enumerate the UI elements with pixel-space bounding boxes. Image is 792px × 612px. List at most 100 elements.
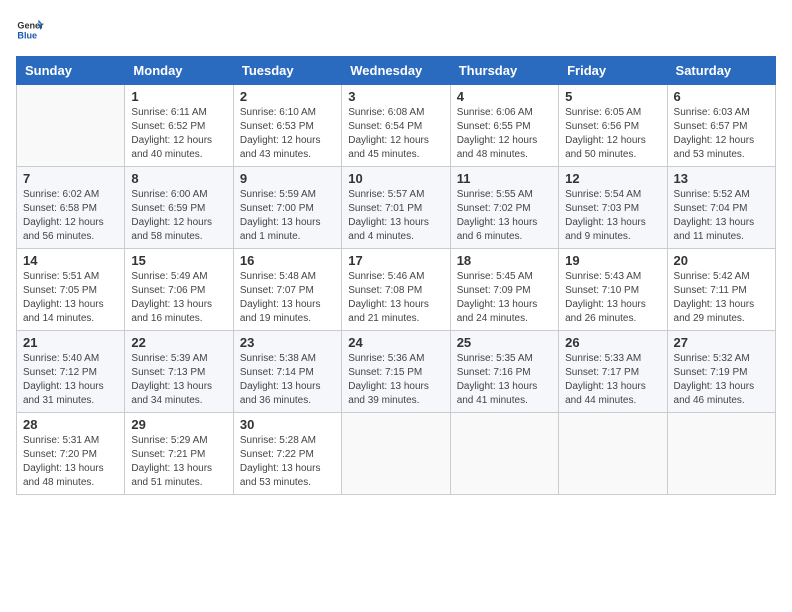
column-headers: SundayMondayTuesdayWednesdayThursdayFrid… <box>17 57 776 85</box>
day-number: 2 <box>240 89 335 104</box>
day-number: 7 <box>23 171 118 186</box>
calendar-body: 1 Sunrise: 6:11 AM Sunset: 6:52 PM Daylig… <box>17 85 776 495</box>
calendar-cell: 6 Sunrise: 6:03 AM Sunset: 6:57 PM Daylig… <box>667 85 775 167</box>
calendar-cell: 18Sunrise: 5:45 AM Sunset: 7:09 PM Dayli… <box>450 249 558 331</box>
day-info: Sunrise: 5:35 AM Sunset: 7:16 PM Dayligh… <box>457 352 552 408</box>
calendar-cell: 2 Sunrise: 6:10 AM Sunset: 6:53 PM Daylig… <box>233 85 341 167</box>
calendar-cell <box>450 413 558 495</box>
calendar-cell: 21 Sunrise: 5:40 AM Sunset: 7:12 PM Dayli… <box>17 331 125 413</box>
day-number: 17 <box>348 253 443 268</box>
day-info: Sunrise: 5:32 AM Sunset: 7:19 PM Dayligh… <box>674 352 769 408</box>
calendar-cell: 5 Sunrise: 6:05 AM Sunset: 6:56 PM Daylig… <box>559 85 667 167</box>
day-info: Sunrise: 6:08 AM Sunset: 6:54 PM Dayligh… <box>348 106 443 162</box>
day-number: 15 <box>131 253 226 268</box>
day-number: 14 <box>23 253 118 268</box>
day-info: Sunrise: 5:48 AM Sunset: 7:07 PM Dayligh… <box>240 270 335 326</box>
day-number: 1 <box>131 89 226 104</box>
day-number: 23 <box>240 335 335 350</box>
day-number: 10 <box>348 171 443 186</box>
calendar-cell: 12 Sunrise: 5:54 AM Sunset: 7:03 PM Dayli… <box>559 167 667 249</box>
calendar-cell: 3 Sunrise: 6:08 AM Sunset: 6:54 PM Daylig… <box>342 85 450 167</box>
logo-icon: General Blue <box>16 16 44 44</box>
column-header-wednesday: Wednesday <box>342 57 450 85</box>
column-header-saturday: Saturday <box>667 57 775 85</box>
logo: General Blue <box>16 16 48 44</box>
calendar-cell: 17 Sunrise: 5:46 AM Sunset: 7:08 PM Dayli… <box>342 249 450 331</box>
calendar-cell: 23 Sunrise: 5:38 AM Sunset: 7:14 PM Dayli… <box>233 331 341 413</box>
day-number: 24 <box>348 335 443 350</box>
column-header-monday: Monday <box>125 57 233 85</box>
calendar-cell: 26Sunrise: 5:33 AM Sunset: 7:17 PM Dayli… <box>559 331 667 413</box>
calendar-cell: 11 Sunrise: 5:55 AM Sunset: 7:02 PM Dayli… <box>450 167 558 249</box>
calendar-cell: 10 Sunrise: 5:57 AM Sunset: 7:01 PM Dayli… <box>342 167 450 249</box>
day-info: Sunrise: 5:31 AM Sunset: 7:20 PM Dayligh… <box>23 434 118 490</box>
day-info: Sunrise: 5:40 AM Sunset: 7:12 PM Dayligh… <box>23 352 118 408</box>
calendar-cell: 27 Sunrise: 5:32 AM Sunset: 7:19 PM Dayli… <box>667 331 775 413</box>
day-info: Sunrise: 5:38 AM Sunset: 7:14 PM Dayligh… <box>240 352 335 408</box>
calendar-cell: 29 Sunrise: 5:29 AM Sunset: 7:21 PM Dayli… <box>125 413 233 495</box>
day-info: Sunrise: 6:10 AM Sunset: 6:53 PM Dayligh… <box>240 106 335 162</box>
day-info: Sunrise: 5:55 AM Sunset: 7:02 PM Dayligh… <box>457 188 552 244</box>
calendar-cell <box>667 413 775 495</box>
day-info: Sunrise: 6:11 AM Sunset: 6:52 PM Dayligh… <box>131 106 226 162</box>
day-number: 20 <box>674 253 769 268</box>
day-info: Sunrise: 6:02 AM Sunset: 6:58 PM Dayligh… <box>23 188 118 244</box>
day-number: 5 <box>565 89 660 104</box>
day-info: Sunrise: 5:57 AM Sunset: 7:01 PM Dayligh… <box>348 188 443 244</box>
calendar-cell: 4 Sunrise: 6:06 AM Sunset: 6:55 PM Daylig… <box>450 85 558 167</box>
column-header-sunday: Sunday <box>17 57 125 85</box>
day-number: 9 <box>240 171 335 186</box>
day-info: Sunrise: 5:36 AM Sunset: 7:15 PM Dayligh… <box>348 352 443 408</box>
page-header: General Blue <box>16 16 776 44</box>
day-info: Sunrise: 6:00 AM Sunset: 6:59 PM Dayligh… <box>131 188 226 244</box>
day-number: 16 <box>240 253 335 268</box>
day-info: Sunrise: 5:49 AM Sunset: 7:06 PM Dayligh… <box>131 270 226 326</box>
day-info: Sunrise: 6:03 AM Sunset: 6:57 PM Dayligh… <box>674 106 769 162</box>
calendar-cell: 9Sunrise: 5:59 AM Sunset: 7:00 PM Daylig… <box>233 167 341 249</box>
svg-text:Blue: Blue <box>17 30 37 40</box>
day-info: Sunrise: 5:46 AM Sunset: 7:08 PM Dayligh… <box>348 270 443 326</box>
week-row-3: 14 Sunrise: 5:51 AM Sunset: 7:05 PM Dayli… <box>17 249 776 331</box>
calendar-cell: 16 Sunrise: 5:48 AM Sunset: 7:07 PM Dayli… <box>233 249 341 331</box>
column-header-tuesday: Tuesday <box>233 57 341 85</box>
calendar-cell: 24 Sunrise: 5:36 AM Sunset: 7:15 PM Dayli… <box>342 331 450 413</box>
day-number: 18 <box>457 253 552 268</box>
day-number: 13 <box>674 171 769 186</box>
day-number: 29 <box>131 417 226 432</box>
calendar-cell: 30Sunrise: 5:28 AM Sunset: 7:22 PM Dayli… <box>233 413 341 495</box>
week-row-4: 21 Sunrise: 5:40 AM Sunset: 7:12 PM Dayli… <box>17 331 776 413</box>
day-number: 6 <box>674 89 769 104</box>
calendar-cell: 19Sunrise: 5:43 AM Sunset: 7:10 PM Dayli… <box>559 249 667 331</box>
day-info: Sunrise: 6:05 AM Sunset: 6:56 PM Dayligh… <box>565 106 660 162</box>
calendar-table: SundayMondayTuesdayWednesdayThursdayFrid… <box>16 56 776 495</box>
calendar-cell <box>559 413 667 495</box>
calendar-cell: 8 Sunrise: 6:00 AM Sunset: 6:59 PM Daylig… <box>125 167 233 249</box>
column-header-thursday: Thursday <box>450 57 558 85</box>
day-info: Sunrise: 5:52 AM Sunset: 7:04 PM Dayligh… <box>674 188 769 244</box>
day-info: Sunrise: 5:29 AM Sunset: 7:21 PM Dayligh… <box>131 434 226 490</box>
day-number: 27 <box>674 335 769 350</box>
day-info: Sunrise: 5:43 AM Sunset: 7:10 PM Dayligh… <box>565 270 660 326</box>
calendar-cell: 13 Sunrise: 5:52 AM Sunset: 7:04 PM Dayli… <box>667 167 775 249</box>
day-info: Sunrise: 5:51 AM Sunset: 7:05 PM Dayligh… <box>23 270 118 326</box>
calendar-cell: 14 Sunrise: 5:51 AM Sunset: 7:05 PM Dayli… <box>17 249 125 331</box>
day-number: 11 <box>457 171 552 186</box>
column-header-friday: Friday <box>559 57 667 85</box>
day-number: 22 <box>131 335 226 350</box>
calendar-cell: 22Sunrise: 5:39 AM Sunset: 7:13 PM Dayli… <box>125 331 233 413</box>
day-number: 21 <box>23 335 118 350</box>
day-number: 8 <box>131 171 226 186</box>
calendar-cell: 20 Sunrise: 5:42 AM Sunset: 7:11 PM Dayli… <box>667 249 775 331</box>
day-info: Sunrise: 5:33 AM Sunset: 7:17 PM Dayligh… <box>565 352 660 408</box>
day-info: Sunrise: 6:06 AM Sunset: 6:55 PM Dayligh… <box>457 106 552 162</box>
calendar-cell <box>342 413 450 495</box>
day-number: 12 <box>565 171 660 186</box>
day-number: 30 <box>240 417 335 432</box>
day-number: 3 <box>348 89 443 104</box>
day-number: 4 <box>457 89 552 104</box>
week-row-2: 7 Sunrise: 6:02 AM Sunset: 6:58 PM Daylig… <box>17 167 776 249</box>
day-number: 28 <box>23 417 118 432</box>
day-info: Sunrise: 5:42 AM Sunset: 7:11 PM Dayligh… <box>674 270 769 326</box>
day-info: Sunrise: 5:54 AM Sunset: 7:03 PM Dayligh… <box>565 188 660 244</box>
calendar-cell: 28 Sunrise: 5:31 AM Sunset: 7:20 PM Dayli… <box>17 413 125 495</box>
